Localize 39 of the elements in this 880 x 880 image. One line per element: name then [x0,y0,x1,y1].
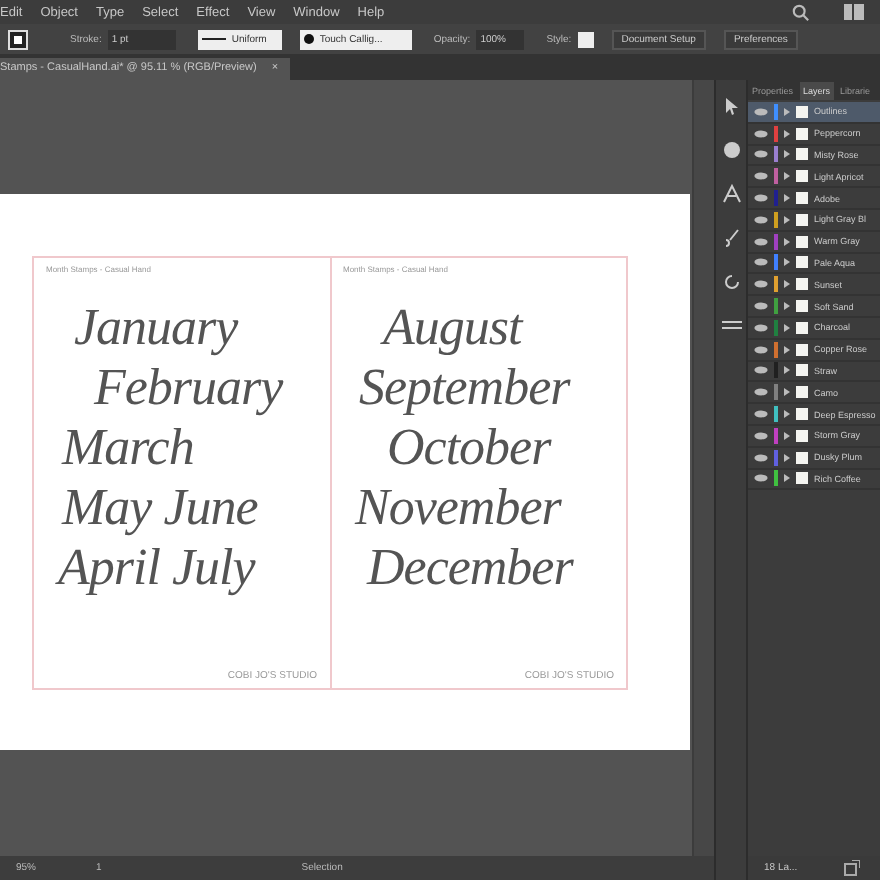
selection-tool-icon[interactable] [721,96,741,116]
expand-caret-icon[interactable] [784,453,790,462]
workspace-icon[interactable] [844,4,864,20]
search-icon[interactable] [792,3,810,21]
expand-caret-icon[interactable] [784,302,790,311]
month-lettering: May June [62,478,260,538]
expand-caret-icon[interactable] [784,258,790,267]
expand-caret-icon[interactable] [784,107,790,116]
expand-caret-icon[interactable] [784,431,790,440]
expand-caret-icon[interactable] [784,194,790,203]
expand-caret-icon[interactable] [784,172,790,181]
expand-caret-icon[interactable] [784,237,790,246]
expand-caret-icon[interactable] [784,345,790,354]
month-lettering: December [367,538,576,598]
brush-tool-icon[interactable] [721,228,741,248]
new-layer-icon[interactable] [844,860,860,876]
style-swatch[interactable] [577,31,594,47]
month-lettering: August [383,298,526,358]
type-tool-icon[interactable] [721,184,741,204]
month-lettering: January [74,298,241,358]
stroke-swatch-icon[interactable] [8,29,28,49]
expand-caret-icon[interactable] [784,129,790,138]
ellipse-tool-icon[interactable] [721,140,741,160]
expand-caret-icon[interactable] [784,388,790,397]
month-lettering: November [355,478,564,538]
month-lettering: September [359,358,573,418]
month-lettering: February [94,358,286,418]
expand-caret-icon[interactable] [784,474,790,483]
rotate-tool-icon[interactable] [721,272,741,292]
month-lettering: March [62,418,196,478]
expand-caret-icon[interactable] [784,150,790,159]
month-lettering: October [387,418,554,478]
month-lettering: April July [58,538,258,598]
expand-caret-icon[interactable] [784,410,790,419]
expand-caret-icon[interactable] [784,215,790,224]
expand-caret-icon[interactable] [784,280,790,289]
expand-caret-icon[interactable] [784,366,790,375]
scrollbar[interactable] [692,80,714,856]
expand-caret-icon[interactable] [784,323,790,332]
